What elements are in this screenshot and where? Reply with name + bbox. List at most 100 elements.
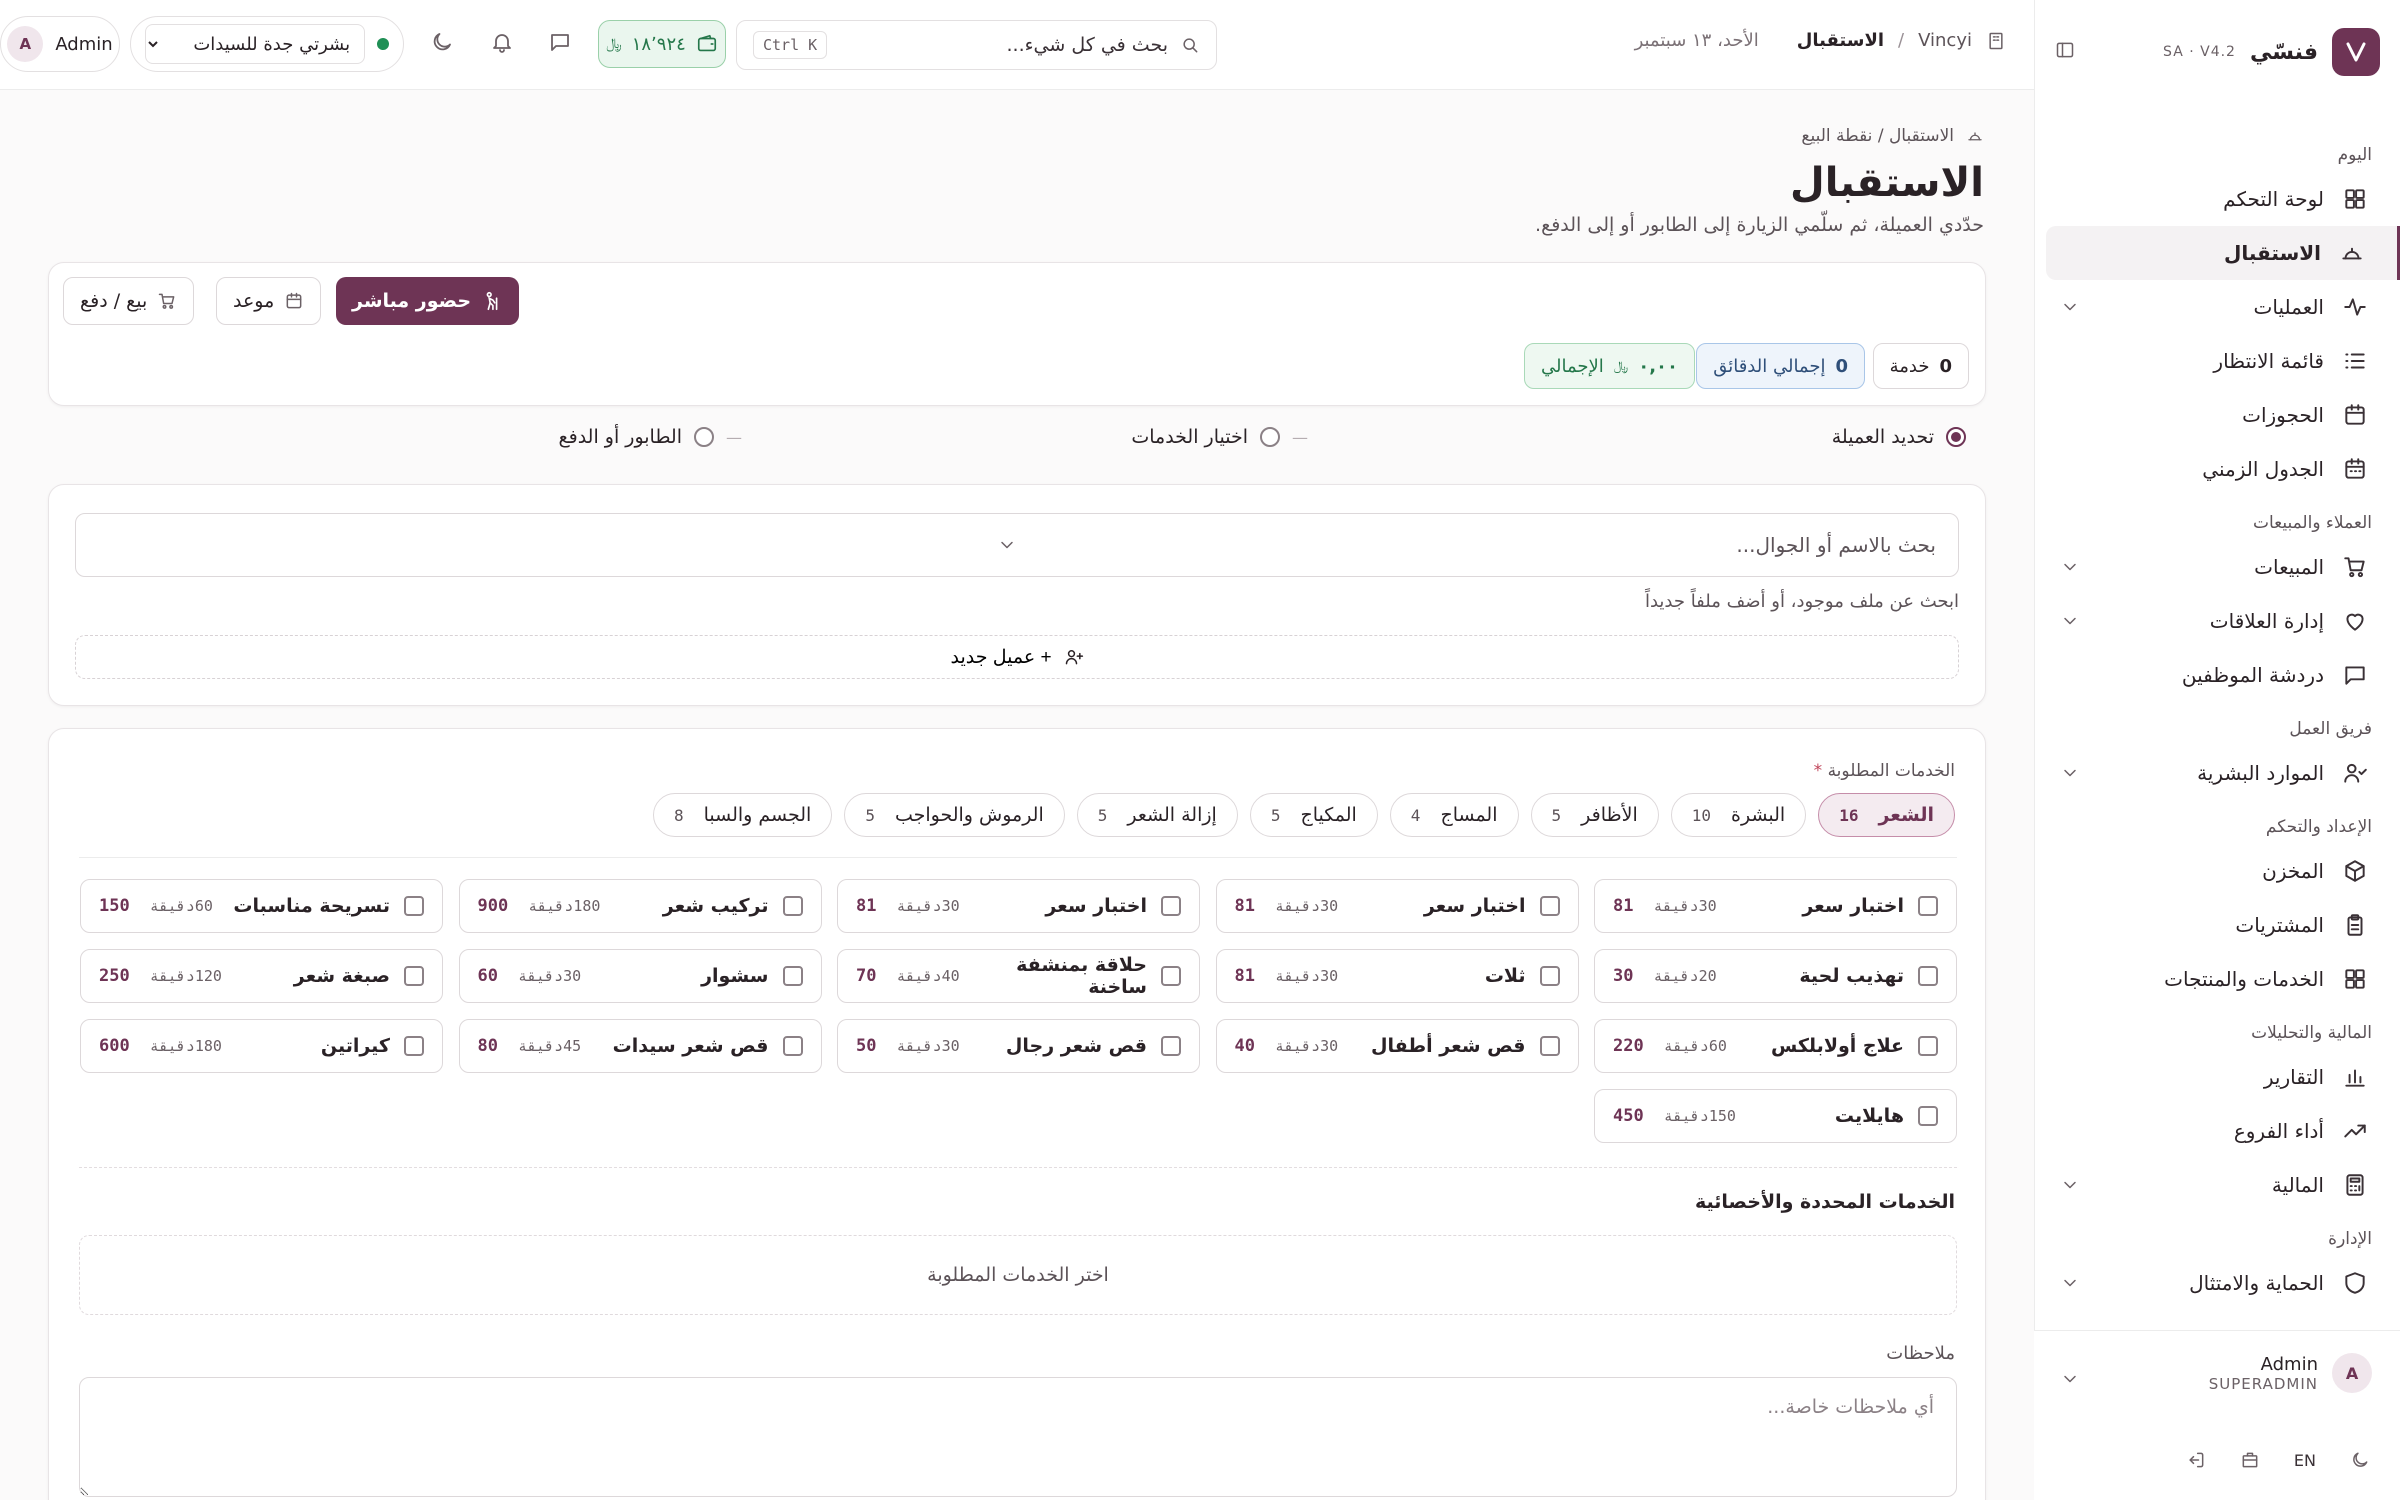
service-option[interactable]: علاج أولابلكس 60دقيقة 220 [1594, 1019, 1957, 1073]
walkin-button[interactable]: حضور مباشر [336, 277, 520, 325]
sidebar-item-calendar-grid[interactable]: الجدول الزمني [2034, 442, 2400, 496]
sidebar-item-heart[interactable]: إدارة العلاقات [2034, 594, 2400, 648]
service-option[interactable]: ثلات 30دقيقة 81 [1215, 949, 1579, 1003]
service-option[interactable]: كيراتين 180دقيقة 600 [80, 1019, 443, 1073]
service-checkbox[interactable] [1918, 966, 1938, 986]
sidebar-item-chat[interactable]: دردشة الموظفين [2034, 648, 2400, 702]
service-checkbox[interactable] [404, 896, 424, 916]
new-client-button[interactable]: + عميل جديد [75, 635, 1959, 679]
chevron-down-icon[interactable] [2060, 611, 2080, 631]
messages-icon[interactable] [548, 30, 572, 54]
appointment-button[interactable]: موعد [216, 277, 322, 325]
tab-category[interactable]: الرموش والحواجب 5 [844, 793, 1065, 837]
branch-select[interactable]: بشرتي جدة للسيدات [145, 24, 366, 64]
step-queue-or-pay[interactable]: — الطابور أو الدفع [559, 426, 743, 448]
logout-icon[interactable] [2186, 1450, 2206, 1470]
branch-selector[interactable]: بشرتي جدة للسيدات [130, 16, 404, 72]
grand-total-label: الإجمالي [1541, 355, 1604, 377]
chevron-down-icon[interactable] [2060, 1175, 2080, 1195]
tab-category[interactable]: المساج 4 [1389, 793, 1519, 837]
service-option[interactable]: صبغة شعر 120دقيقة 250 [80, 949, 443, 1003]
box-icon [2342, 858, 2368, 884]
dark-mode-moon-icon[interactable] [430, 30, 454, 54]
admin-menu[interactable]: A Admin [0, 16, 120, 72]
sale-pay-button[interactable]: بيع / دفع [63, 277, 195, 325]
service-option[interactable]: قص شعر سيدات 45دقيقة 80 [458, 1019, 822, 1073]
service-option[interactable]: تركيب شعر 180دقيقة 900 [458, 879, 822, 933]
cash-drawer-balance[interactable]: ١٨٬٩٢٤ ﷼ [598, 20, 726, 68]
client-search-combobox[interactable]: بحث بالاسم أو الجوال... [75, 513, 1959, 577]
sidebar-item-user-check[interactable]: الموارد البشرية [2034, 746, 2400, 800]
service-checkbox[interactable] [782, 896, 803, 916]
notes-textarea[interactable] [79, 1377, 1957, 1497]
service-checkbox[interactable] [404, 1036, 424, 1056]
sidebar-item-activity[interactable]: العمليات [2034, 280, 2400, 334]
chevron-down-icon[interactable] [2060, 297, 2080, 317]
nav-group-title: العملاء والمبيعات [2252, 513, 2372, 533]
service-checkbox[interactable] [782, 966, 803, 986]
service-checkbox[interactable] [1539, 1036, 1560, 1056]
sidebar-item-calculator[interactable]: المالية [2034, 1158, 2400, 1212]
service-checkbox[interactable] [1161, 1036, 1181, 1056]
service-option[interactable]: اختبار سعر 30دقيقة 81 [837, 879, 1200, 933]
theme-toggle-icon[interactable] [2350, 1450, 2370, 1470]
global-search[interactable]: Ctrl K [736, 20, 1217, 70]
service-checkbox[interactable] [782, 1036, 803, 1056]
service-option[interactable]: سشوار 30دقيقة 60 [458, 949, 822, 1003]
sidebar-item-trending-up[interactable]: أداء الفروع [2034, 1104, 2400, 1158]
service-checkbox[interactable] [1161, 896, 1181, 916]
tab-category[interactable]: الجسم والسبا 8 [653, 793, 833, 837]
sidebar-item-calendar[interactable]: الحجوزات [2034, 388, 2400, 442]
chevron-down-icon[interactable] [2060, 1273, 2080, 1293]
service-option[interactable]: اختبار سعر 30دقيقة 81 [1594, 879, 1957, 933]
client-card: بحث بالاسم أو الجوال... ابحث عن ملف موجو… [48, 484, 1986, 706]
service-checkbox[interactable] [1918, 896, 1938, 916]
service-option[interactable]: قص شعر أطفال 30دقيقة 40 [1215, 1019, 1579, 1073]
chevron-down-icon[interactable] [2060, 763, 2080, 783]
sidebar-item-cart[interactable]: المبيعات [2034, 540, 2400, 594]
sidebar-item-clipboard[interactable]: المشتريات [2034, 898, 2400, 952]
service-checkbox[interactable] [1918, 1106, 1938, 1126]
notifications-bell-icon[interactable] [490, 30, 514, 54]
brand[interactable]: فنسّي SA · V4.2 [2163, 28, 2380, 76]
service-option[interactable]: تسريحة مناسبات 60دقيقة 150 [80, 879, 443, 933]
service-checkbox[interactable] [404, 966, 424, 986]
tab-category[interactable]: إزالة الشعر 5 [1076, 793, 1238, 837]
breadcrumb-root[interactable]: Vincyi [1918, 30, 1972, 51]
service-option[interactable]: اختبار سعر 30دقيقة 81 [1215, 879, 1579, 933]
sidebar-item-box[interactable]: المخزن [2034, 844, 2400, 898]
service-duration: 30دقيقة [1274, 897, 1339, 915]
sidebar-item-list-queue[interactable]: قائمة الانتظار [2034, 334, 2400, 388]
step-select-client[interactable]: تحديد العميلة [1832, 426, 1966, 448]
service-checkbox[interactable] [1539, 896, 1560, 916]
sidebar-item-bar-chart[interactable]: التقارير [2034, 1050, 2400, 1104]
tab-count: 8 [674, 805, 684, 825]
service-checkbox[interactable] [1161, 966, 1181, 986]
service-option[interactable]: تهذيب لحية 20دقيقة 30 [1594, 949, 1957, 1003]
service-option[interactable]: هايلايت 150دقيقة 450 [1594, 1089, 1957, 1143]
tab-category[interactable]: الشعر 16 [1818, 793, 1955, 837]
sidebar-item-grid[interactable]: الخدمات والمنتجات [2034, 952, 2400, 1006]
user-menu-chevron-icon[interactable] [2060, 1369, 2080, 1389]
service-option[interactable]: قص شعر رجال 30دقيقة 50 [837, 1019, 1200, 1073]
user-profile[interactable]: A Admin SUPERADMIN [2209, 1353, 2372, 1393]
sidebar-item-dashboard[interactable]: لوحة التحكم [2034, 172, 2400, 226]
service-price: 60 [477, 966, 498, 986]
service-option[interactable]: حلاقة بمنشفة ساخنة 40دقيقة 70 [837, 949, 1200, 1003]
service-category-tabs: الشعر 16 البشرة 10 الأظافر 5 المساج 4 المكياج 5 إز… [653, 793, 1955, 837]
global-search-input[interactable] [827, 34, 1168, 56]
chevron-down-icon[interactable] [2060, 557, 2080, 577]
tab-category[interactable]: الأظافر 5 [1530, 793, 1659, 837]
step-select-services[interactable]: — اختيار الخدمات [1131, 426, 1308, 448]
sidebar-collapse-icon[interactable] [2055, 40, 2075, 60]
language-toggle[interactable]: EN [2294, 1451, 2316, 1470]
sidebar-item-reception-bell[interactable]: الاستقبال [2046, 226, 2400, 280]
service-checkbox[interactable] [1539, 966, 1560, 986]
sidebar-item-shield[interactable]: الحماية والامتثال [2034, 1256, 2400, 1308]
tab-category[interactable]: البشرة 10 [1670, 793, 1807, 837]
tab-category[interactable]: المكياج 5 [1249, 793, 1378, 837]
tab-count: 5 [1097, 805, 1108, 825]
service-checkbox[interactable] [1918, 1036, 1938, 1056]
branch-building-icon[interactable] [2240, 1450, 2260, 1470]
walkin-icon [481, 290, 503, 312]
